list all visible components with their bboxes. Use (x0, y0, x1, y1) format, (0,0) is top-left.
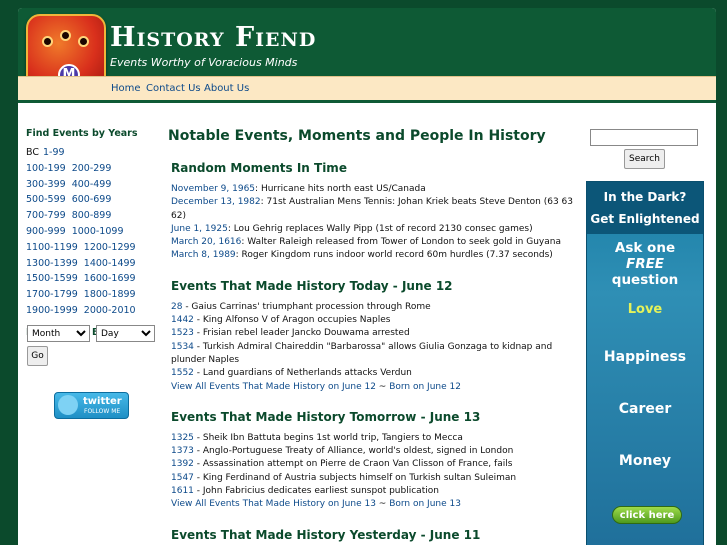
page: M History Fiend Events Worthy of Voracio… (18, 8, 716, 545)
yesterday-heading: Events That Made History Yesterday - Jun… (171, 527, 481, 542)
born-today-link[interactable]: Born on June 12 (389, 382, 461, 392)
ad-header: In the Dark? Get Enlightened (587, 182, 703, 234)
ad-topic-money: Money (618, 453, 672, 469)
ad-line-2: Get Enlightened (590, 212, 700, 226)
event-year-link[interactable]: 1547 (171, 473, 194, 483)
tomorrow-event-item: 1325 - Sheik Ibn Battuta begins 1st worl… (171, 432, 463, 443)
search-input[interactable] (590, 129, 698, 146)
go-button[interactable]: Go (27, 346, 48, 366)
ad-line-4: FREE (625, 256, 665, 272)
event-date-link[interactable]: December 13, 1982 (171, 197, 261, 207)
year-range-link[interactable]: 1900-1999 (26, 305, 78, 316)
event-year-link[interactable]: 28 (171, 302, 182, 312)
year-range-link[interactable]: 2000-2010 (84, 305, 136, 316)
random-event-item: November 9, 1965: Hurricane hits north e… (171, 184, 426, 194)
year-range-link[interactable]: 600-699 (72, 194, 112, 205)
year-range-link[interactable]: 1-99 (43, 147, 65, 158)
ad-click-here-button[interactable]: click here (612, 506, 682, 524)
year-range-link[interactable]: 1300-1399 (26, 258, 78, 269)
event-year-link[interactable]: 1534 (171, 342, 194, 352)
tomorrow-heading: Events That Made History Tomorrow - June… (171, 409, 481, 424)
tomorrow-event-item: 1392 - Assassination attempt on Pierre d… (171, 459, 513, 470)
year-range-list: BC 1-99 100-199 200-299 300-399 400-499 500… (26, 145, 161, 319)
year-range-link[interactable]: 1200-1299 (84, 242, 136, 253)
day-select[interactable]: Day (96, 325, 155, 342)
ad-topic-love: Love (627, 302, 663, 317)
today-event-item: 1552 - Land guardians of Netherlands att… (171, 368, 412, 379)
top-nav: Home Contact Us About Us (18, 76, 716, 100)
left-sidebar: Find Events by Years BC 1-99 100-199 200-2… (26, 128, 161, 419)
main-content: Notable Events, Moments and People In Hi… (168, 128, 583, 545)
logo-eye-icon (78, 36, 89, 47)
year-range-link[interactable]: 1400-1499 (84, 258, 136, 269)
bc-label: BC (26, 147, 39, 158)
year-range-link[interactable]: 1500-1599 (26, 273, 78, 284)
event-date-link[interactable]: June 1, 1925 (171, 224, 228, 234)
tomorrow-event-item: 1611 - John Fabricius dedicates earliest… (171, 486, 439, 497)
year-range-link[interactable]: 900-999 (26, 226, 66, 237)
ad-line-3: Ask one (614, 240, 676, 256)
twitter-follow-button[interactable]: twitter FOLLOW ME (54, 392, 129, 419)
year-range-link[interactable]: 700-799 (26, 210, 66, 221)
twitter-label: twitter (83, 396, 122, 407)
year-range-link[interactable]: 1100-1199 (26, 242, 78, 253)
born-tomorrow-link[interactable]: Born on June 13 (389, 499, 461, 509)
year-range-link[interactable]: 500-599 (26, 194, 66, 205)
header: M History Fiend Events Worthy of Voracio… (18, 8, 716, 103)
year-range-link[interactable]: 200-299 (72, 163, 112, 174)
logo-eye-icon (42, 36, 53, 47)
ad-line-5: question (611, 272, 679, 288)
event-year-link[interactable]: 1552 (171, 368, 194, 378)
event-date-link[interactable]: March 20, 1616 (171, 237, 241, 247)
year-range-link[interactable]: 1800-1899 (84, 289, 136, 300)
year-range-link[interactable]: 800-899 (72, 210, 112, 221)
page-title: Notable Events, Moments and People In Hi… (168, 128, 546, 144)
random-event-item: December 13, 1982: 71st Australian Mens … (171, 197, 574, 221)
nav-home[interactable]: Home (111, 83, 141, 94)
event-year-link[interactable]: 1325 (171, 433, 194, 443)
ad-topic-happiness: Happiness (603, 349, 687, 365)
year-range-link[interactable]: 100-199 (26, 163, 66, 174)
month-select[interactable]: Month (27, 325, 90, 342)
ad-line-1: In the Dark? (603, 190, 687, 204)
nav-about-us[interactable]: About Us (204, 83, 249, 94)
random-event-item: June 1, 1925: Lou Gehrig replaces Wally … (171, 223, 533, 234)
twitter-bird-icon (58, 395, 78, 415)
event-year-link[interactable]: 1392 (171, 459, 194, 469)
year-range-link[interactable]: 1000-1099 (72, 226, 124, 237)
event-year-link[interactable]: 1373 (171, 446, 194, 456)
logo-eye-icon (60, 30, 71, 41)
tomorrow-event-item: 1373 - Anglo-Portuguese Treaty of Allian… (171, 446, 514, 457)
event-year-link[interactable]: 1442 (171, 315, 194, 325)
twitter-follow-label: FOLLOW ME (84, 408, 121, 415)
today-heading: Events That Made History Today - June 12 (171, 278, 453, 293)
site-tagline: Events Worthy of Voracious Minds (110, 56, 298, 69)
view-all-tomorrow-link[interactable]: View All Events That Made History on Jun… (171, 499, 376, 509)
random-moments-heading: Random Moments In Time (171, 161, 347, 175)
today-event-item: 28 - Gaius Carrinas' triumphant processi… (171, 301, 431, 312)
nav-contact-us[interactable]: Contact Us (146, 83, 201, 94)
advertisement-banner[interactable]: In the Dark? Get Enlightened Ask one FRE… (586, 181, 704, 545)
random-event-item: March 8, 1989: Roger Kingdom runs indoor… (171, 250, 553, 261)
find-years-heading: Find Events by Years (26, 128, 138, 139)
today-links: View All Events That Made History on Jun… (171, 381, 461, 392)
today-event-item: 1534 - Turkish Admiral Chaireddin "Barba… (171, 341, 553, 365)
today-event-item: 1523 - Frisian rebel leader Jancko Douwa… (171, 328, 410, 339)
year-range-link[interactable]: 1600-1699 (84, 273, 136, 284)
view-all-today-link[interactable]: View All Events That Made History on Jun… (171, 382, 376, 392)
event-date-link[interactable]: November 9, 1965 (171, 184, 255, 194)
site-title[interactable]: History Fiend (110, 22, 316, 53)
year-range-link[interactable]: 300-399 (26, 179, 66, 190)
event-year-link[interactable]: 1611 (171, 486, 194, 496)
tomorrow-event-item: 1547 - King Ferdinand of Austria subject… (171, 472, 517, 483)
event-date-link[interactable]: March 8, 1989 (171, 250, 236, 260)
random-event-item: March 20, 1616: Walter Raleigh released … (171, 237, 561, 248)
event-year-link[interactable]: 1523 (171, 328, 194, 338)
search-button[interactable]: Search (624, 149, 665, 169)
ad-topic-career: Career (618, 401, 672, 417)
tomorrow-links: View All Events That Made History on Jun… (171, 499, 461, 510)
today-event-item: 1442 - King Alfonso V of Aragon occupies… (171, 315, 391, 326)
year-range-link[interactable]: 400-499 (72, 179, 112, 190)
year-range-link[interactable]: 1700-1799 (26, 289, 78, 300)
